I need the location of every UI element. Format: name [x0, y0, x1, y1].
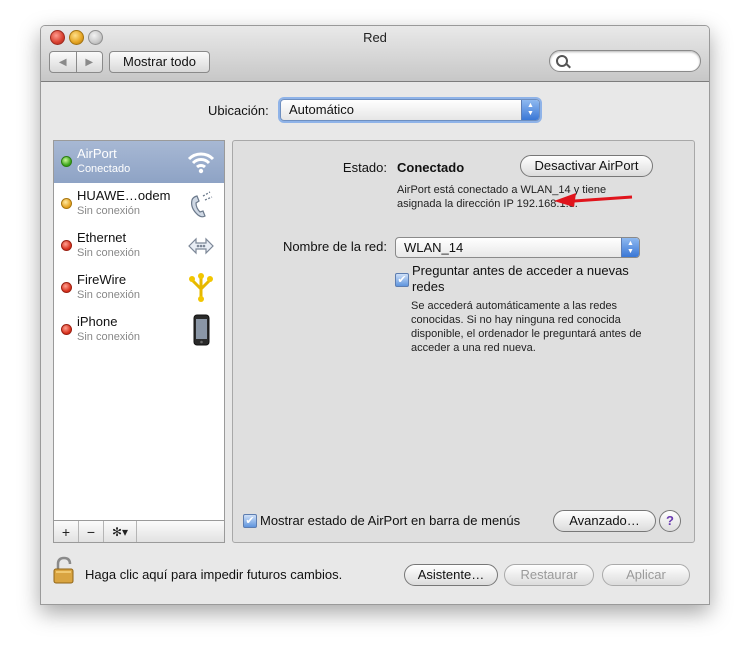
- status-label: Estado:: [342, 160, 387, 175]
- service-status: Sin conexión: [77, 289, 140, 301]
- back-arrow-icon[interactable]: ◀: [50, 52, 76, 72]
- ask-to-join-label-line: redes: [412, 279, 445, 294]
- service-iphone[interactable]: iPhone Sin conexión: [54, 309, 224, 351]
- service-status: Conectado: [77, 163, 131, 175]
- status-dot-yellow: [61, 198, 72, 209]
- service-name: iPhone: [77, 314, 118, 329]
- remove-service-button[interactable]: −: [79, 521, 104, 542]
- phone-modem-icon: [191, 191, 213, 218]
- service-ethernet[interactable]: Ethernet Sin conexión: [54, 225, 224, 267]
- network-name-label: Nombre de la red:: [282, 239, 387, 254]
- window-title: Red: [363, 30, 387, 45]
- service-status: Sin conexión: [77, 205, 140, 217]
- service-list-toolbar: + − ✻▾: [54, 520, 224, 542]
- search-icon: [556, 55, 568, 67]
- iphone-icon: [193, 314, 210, 346]
- apply-button[interactable]: Aplicar: [602, 564, 690, 586]
- popup-arrows-icon: ▲ ▼: [521, 100, 539, 120]
- popup-arrows-icon: ▲ ▼: [621, 238, 639, 257]
- status-dot-red: [61, 282, 72, 293]
- service-list: AirPort Conectado HUAWE…odem Sin conexió…: [53, 140, 225, 543]
- location-value: Automático: [289, 102, 355, 117]
- ask-to-join-label-line: Preguntar antes de acceder a nuevas: [412, 263, 629, 278]
- turn-airport-off-button[interactable]: Desactivar AirPort: [520, 155, 653, 177]
- add-service-button[interactable]: +: [54, 521, 79, 542]
- ask-to-join-checkbox[interactable]: ✔: [395, 273, 409, 287]
- lock-icon[interactable]: [53, 556, 75, 584]
- service-huawei-modem[interactable]: HUAWE…odem Sin conexión: [54, 183, 224, 225]
- titlebar: Red ◀ ▶ Mostrar todo: [41, 26, 709, 82]
- network-name-value: WLAN_14: [404, 240, 464, 255]
- service-status: Sin conexión: [77, 247, 140, 259]
- ask-to-join-note: Se accederá automáticamente a las redes …: [411, 300, 642, 354]
- lock-description: Haga clic aquí para impedir futuros camb…: [85, 567, 343, 582]
- ethernet-icon: [188, 237, 214, 255]
- service-status: Sin conexión: [77, 331, 140, 343]
- location-popup[interactable]: Automático ▲ ▼: [280, 99, 540, 121]
- service-name: AirPort: [77, 146, 117, 161]
- revert-button[interactable]: Restaurar: [504, 564, 594, 586]
- ask-to-join-label: Preguntar antes de acceder a nuevas rede…: [412, 263, 629, 295]
- search-field[interactable]: [549, 50, 701, 72]
- service-name: Ethernet: [77, 230, 127, 245]
- status-dot-green: [61, 156, 72, 167]
- wifi-icon: [187, 152, 215, 174]
- status-value: Conectado: [397, 160, 465, 175]
- show-all-button[interactable]: Mostrar todo: [109, 51, 210, 73]
- network-preferences-window: Red ◀ ▶ Mostrar todo Ubicación: Automáti…: [40, 25, 710, 605]
- show-status-label: Mostrar estado de AirPort en barra de me…: [260, 513, 521, 528]
- service-name: FireWire: [77, 272, 127, 287]
- network-name-popup[interactable]: WLAN_14 ▲ ▼: [395, 237, 640, 258]
- help-button[interactable]: ?: [659, 510, 681, 532]
- service-name: HUAWE…odem: [77, 188, 171, 203]
- gear-menu-icon[interactable]: ✻▾: [104, 521, 137, 542]
- service-firewire[interactable]: FireWire Sin conexión: [54, 267, 224, 309]
- status-dot-red: [61, 324, 72, 335]
- show-status-checkbox[interactable]: ✔: [243, 514, 257, 528]
- location-label: Ubicación:: [208, 103, 269, 118]
- advanced-button[interactable]: Avanzado…: [553, 510, 656, 532]
- search-input[interactable]: [570, 52, 696, 70]
- nav-buttons: ◀ ▶: [49, 51, 103, 73]
- assistant-button[interactable]: Asistente…: [404, 564, 498, 586]
- forward-arrow-icon[interactable]: ▶: [75, 52, 103, 72]
- service-airport[interactable]: AirPort Conectado: [54, 141, 224, 183]
- status-dot-red: [61, 240, 72, 251]
- annotation-arrow-icon: [554, 193, 633, 207]
- firewire-icon: [189, 273, 213, 302]
